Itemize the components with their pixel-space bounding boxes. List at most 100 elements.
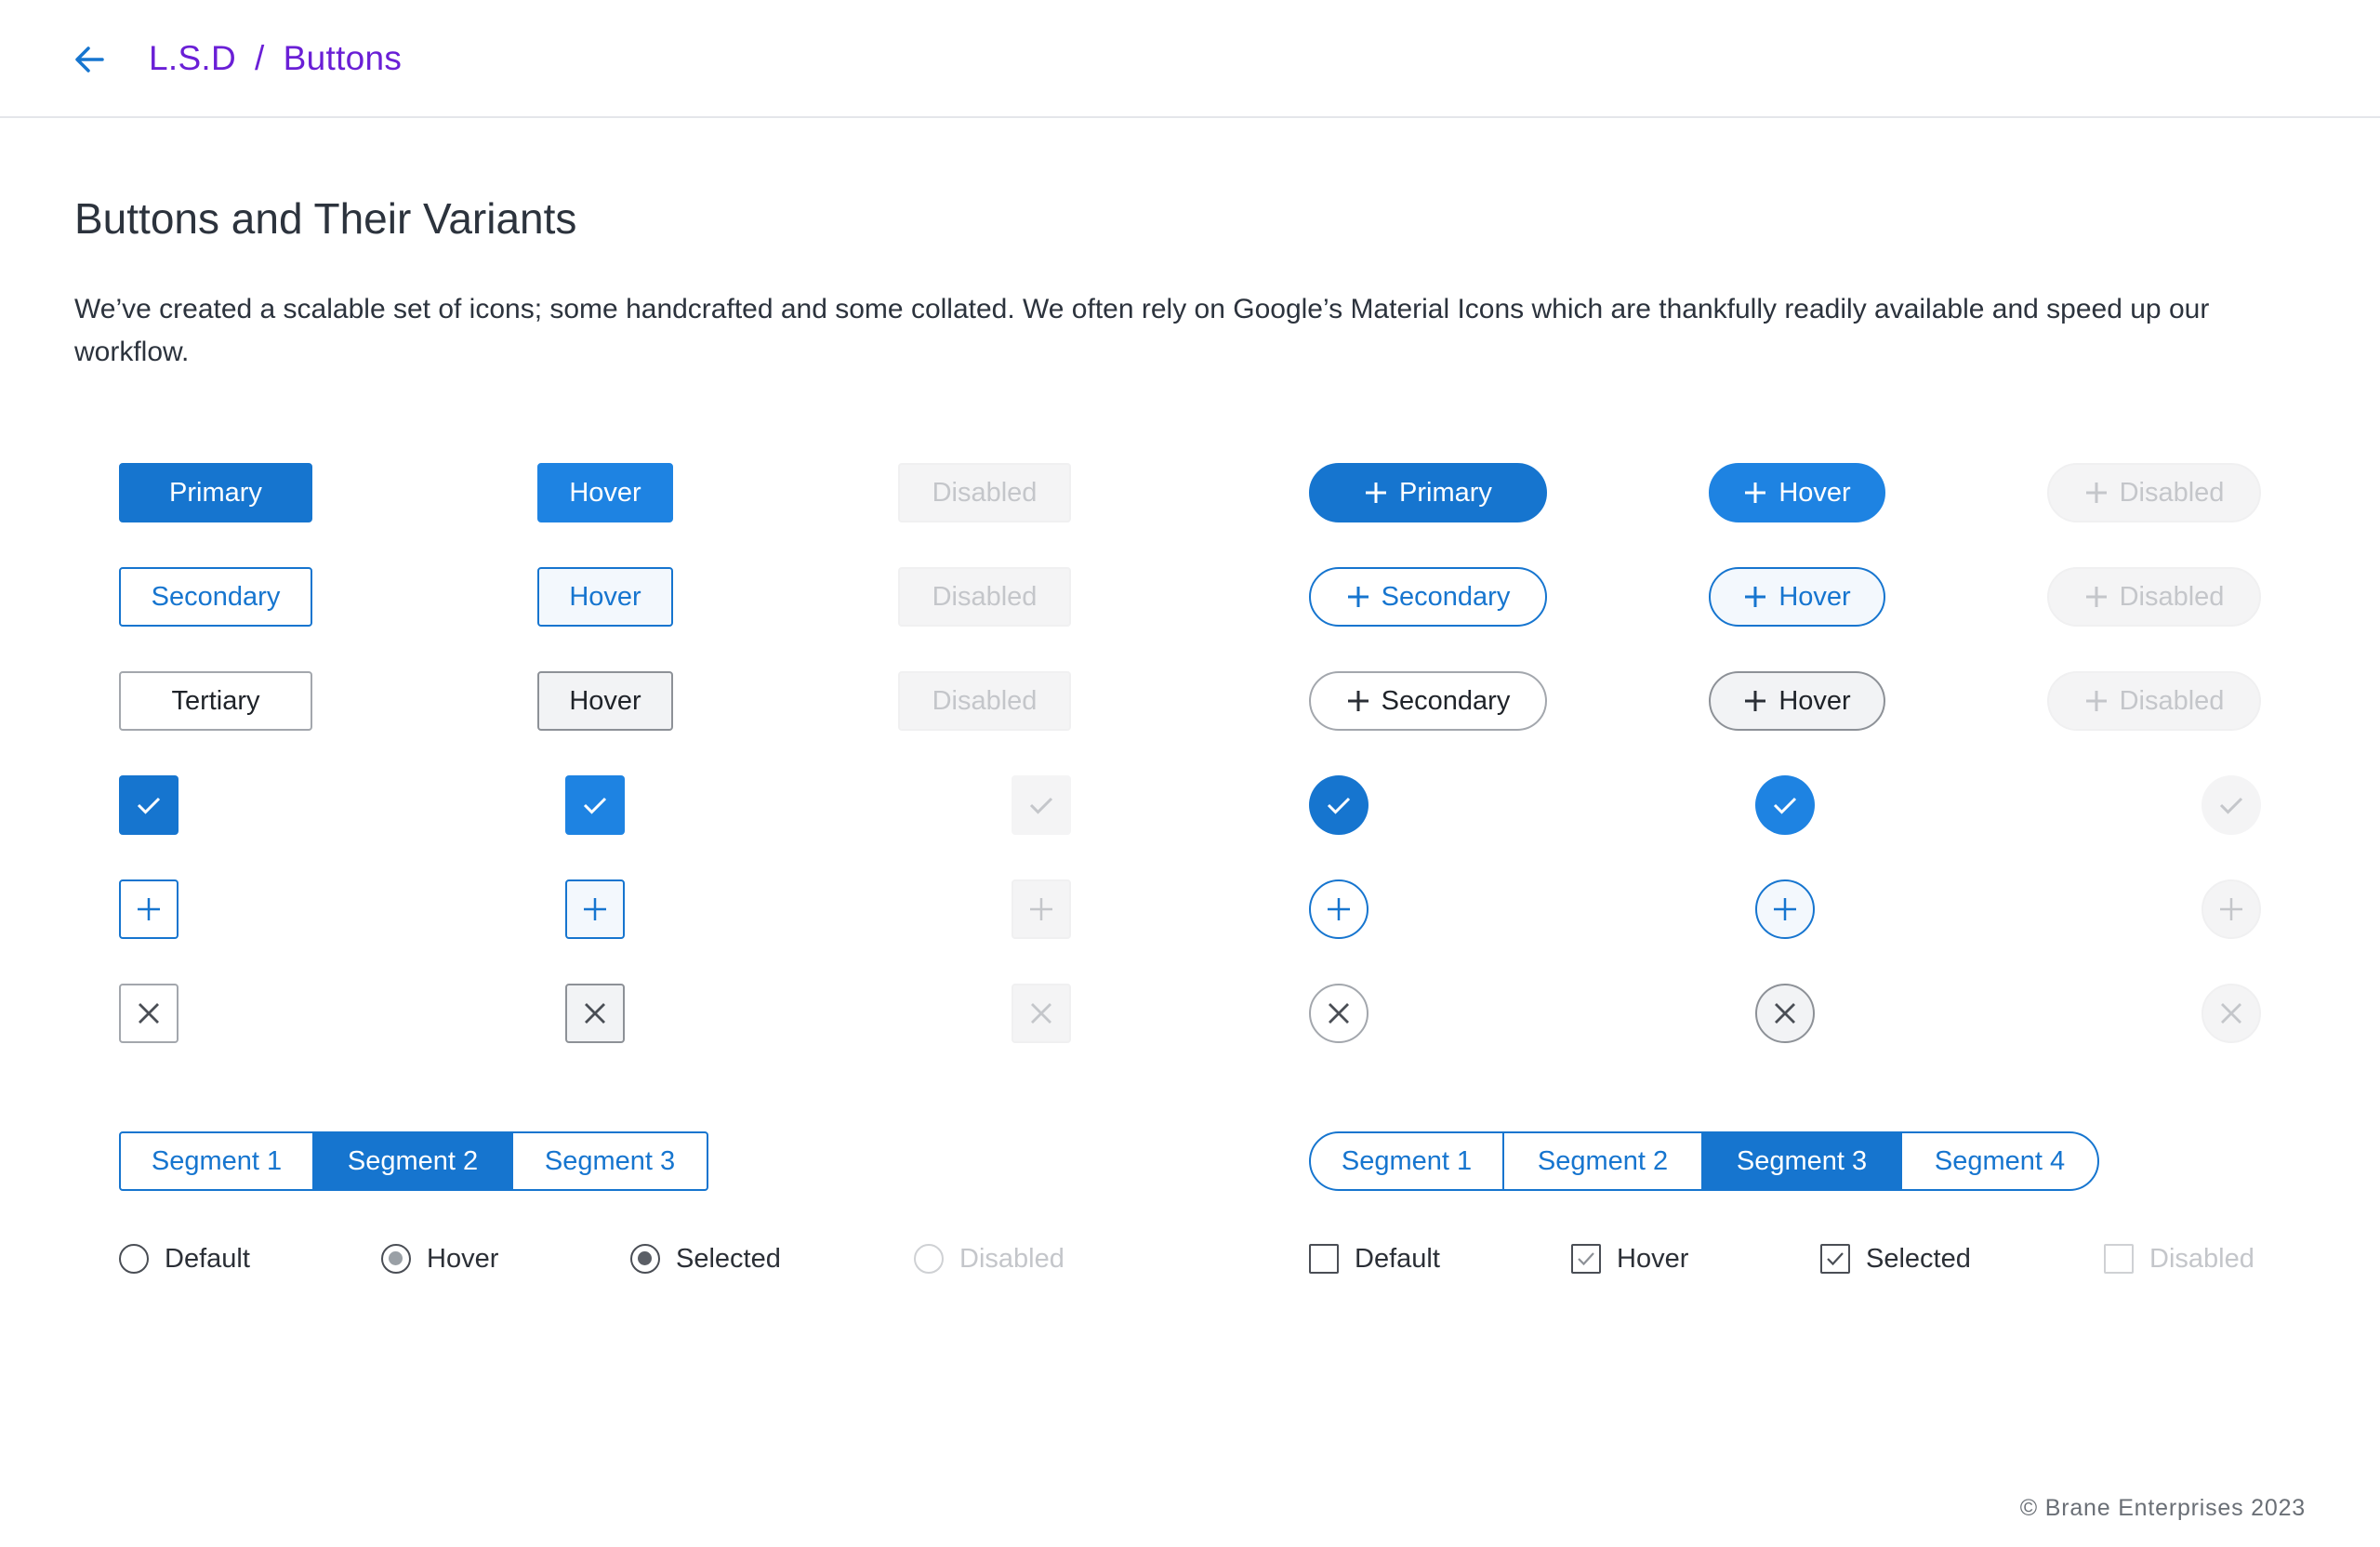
plus-circle-button[interactable] <box>1309 879 1368 939</box>
primary-hover-button[interactable]: Hover <box>537 463 673 522</box>
checkbox-default-label: Default <box>1355 1243 1440 1274</box>
radio-selected-label: Selected <box>676 1243 781 1274</box>
check-circle-button-hover[interactable] <box>1755 775 1815 835</box>
secondary-pill-disabled-label: Disabled <box>2119 581 2225 612</box>
close-circle-button-disabled <box>2202 984 2261 1043</box>
secondary-button-label: Secondary <box>151 581 281 612</box>
segment-3[interactable]: Segment 3 <box>511 1131 708 1191</box>
back-arrow-icon[interactable] <box>71 41 108 78</box>
check-icon-button[interactable] <box>119 775 178 835</box>
checkbox-hover[interactable]: Hover <box>1571 1240 1688 1277</box>
segment-2[interactable]: Segment 2 <box>312 1131 513 1191</box>
radio-default[interactable]: Default <box>119 1240 250 1277</box>
checkbox-box <box>1820 1244 1850 1274</box>
secondary-pill-hover-button[interactable]: Hover <box>1709 567 1885 627</box>
checkbox-box <box>1571 1244 1601 1274</box>
close-icon <box>1775 1003 1795 1024</box>
primary-disabled-label: Disabled <box>932 477 1038 508</box>
secondary-hover-label: Hover <box>569 581 641 612</box>
plus-icon-button[interactable] <box>119 879 178 939</box>
check-icon <box>137 797 161 814</box>
radio-circle <box>381 1244 411 1274</box>
primary-disabled-button: Disabled <box>898 463 1071 522</box>
top-bar: L.S.D / Buttons <box>0 0 2380 118</box>
check-icon <box>1327 797 1351 814</box>
plus-icon <box>584 898 606 920</box>
primary-pill-disabled-label: Disabled <box>2119 477 2225 508</box>
plus-icon-button-hover[interactable] <box>565 879 625 939</box>
primary-hover-label: Hover <box>569 477 641 508</box>
breadcrumb-current: Buttons <box>283 39 403 77</box>
checkbox-selected-label: Selected <box>1866 1243 1971 1274</box>
plus-icon <box>1030 898 1052 920</box>
radio-selected[interactable]: Selected <box>630 1240 781 1277</box>
page-title: Buttons and Their Variants <box>74 194 577 243</box>
radio-disabled: Disabled <box>914 1240 1064 1277</box>
check-icon-button-disabled <box>1012 775 1071 835</box>
segment-3[interactable]: Segment 3 <box>1701 1131 1902 1191</box>
radio-disabled-label: Disabled <box>959 1243 1064 1274</box>
tertiary-pill-disabled-button: Disabled <box>2047 671 2261 731</box>
close-icon <box>1329 1003 1349 1024</box>
check-icon <box>1827 1252 1844 1266</box>
primary-pill-disabled-button: Disabled <box>2047 463 2261 522</box>
segment-4[interactable]: Segment 4 <box>1900 1131 2099 1191</box>
segmented-control-square: Segment 1 Segment 2 Segment 3 <box>119 1131 708 1191</box>
plus-icon <box>1347 587 1368 607</box>
secondary-disabled-label: Disabled <box>932 581 1038 612</box>
tertiary-button[interactable]: Tertiary <box>119 671 312 731</box>
breadcrumb-root[interactable]: L.S.D <box>149 39 236 77</box>
secondary-disabled-button: Disabled <box>898 567 1071 627</box>
segment-1[interactable]: Segment 1 <box>119 1131 314 1191</box>
plus-icon <box>1347 691 1368 711</box>
tertiary-pill-button[interactable]: Secondary <box>1309 671 1547 731</box>
secondary-pill-label: Secondary <box>1381 581 1511 612</box>
radio-default-label: Default <box>165 1243 250 1274</box>
tertiary-hover-button[interactable]: Hover <box>537 671 673 731</box>
close-icon-button-hover[interactable] <box>565 984 625 1043</box>
close-icon <box>1031 1003 1051 1024</box>
primary-pill-label: Primary <box>1399 477 1492 508</box>
tertiary-pill-label: Secondary <box>1381 685 1511 716</box>
close-icon <box>2221 1003 2241 1024</box>
plus-icon <box>138 898 160 920</box>
checkbox-disabled-label: Disabled <box>2149 1243 2254 1274</box>
check-circle-button[interactable] <box>1309 775 1368 835</box>
secondary-pill-disabled-button: Disabled <box>2047 567 2261 627</box>
plus-circle-button-hover[interactable] <box>1755 879 1815 939</box>
close-circle-button[interactable] <box>1309 984 1368 1043</box>
checkbox-box <box>2104 1244 2134 1274</box>
plus-icon <box>1366 483 1387 503</box>
primary-button[interactable]: Primary <box>119 463 312 522</box>
plus-icon <box>1774 898 1796 920</box>
secondary-hover-button[interactable]: Hover <box>537 567 673 627</box>
check-circle-button-disabled <box>2202 775 2261 835</box>
primary-button-label: Primary <box>169 477 262 508</box>
segment-1[interactable]: Segment 1 <box>1309 1131 1504 1191</box>
check-icon <box>2219 797 2243 814</box>
close-icon-button-disabled <box>1012 984 1071 1043</box>
secondary-pill-button[interactable]: Secondary <box>1309 567 1547 627</box>
close-icon <box>585 1003 605 1024</box>
plus-icon <box>2085 483 2107 503</box>
tertiary-disabled-label: Disabled <box>932 685 1038 716</box>
plus-circle-button-disabled <box>2202 879 2261 939</box>
segment-2[interactable]: Segment 2 <box>1502 1131 1703 1191</box>
page-description: We’ve created a scalable set of icons; s… <box>74 294 2210 367</box>
radio-hover[interactable]: Hover <box>381 1240 498 1277</box>
checkbox-default[interactable]: Default <box>1309 1240 1440 1277</box>
breadcrumb-separator: / <box>255 39 265 77</box>
tertiary-hover-label: Hover <box>569 685 641 716</box>
checkbox-selected[interactable]: Selected <box>1820 1240 1971 1277</box>
footer-copyright: © Brane Enterprises 2023 <box>2019 1495 2306 1521</box>
plus-icon <box>1745 691 1766 711</box>
primary-pill-hover-button[interactable]: Hover <box>1709 463 1885 522</box>
check-icon-button-hover[interactable] <box>565 775 625 835</box>
primary-pill-button[interactable]: Primary <box>1309 463 1547 522</box>
close-circle-button-hover[interactable] <box>1755 984 1815 1043</box>
close-icon-button[interactable] <box>119 984 178 1043</box>
secondary-button[interactable]: Secondary <box>119 567 312 627</box>
tertiary-disabled-button: Disabled <box>898 671 1071 731</box>
check-icon <box>1578 1252 1594 1266</box>
tertiary-pill-hover-button[interactable]: Hover <box>1709 671 1885 731</box>
